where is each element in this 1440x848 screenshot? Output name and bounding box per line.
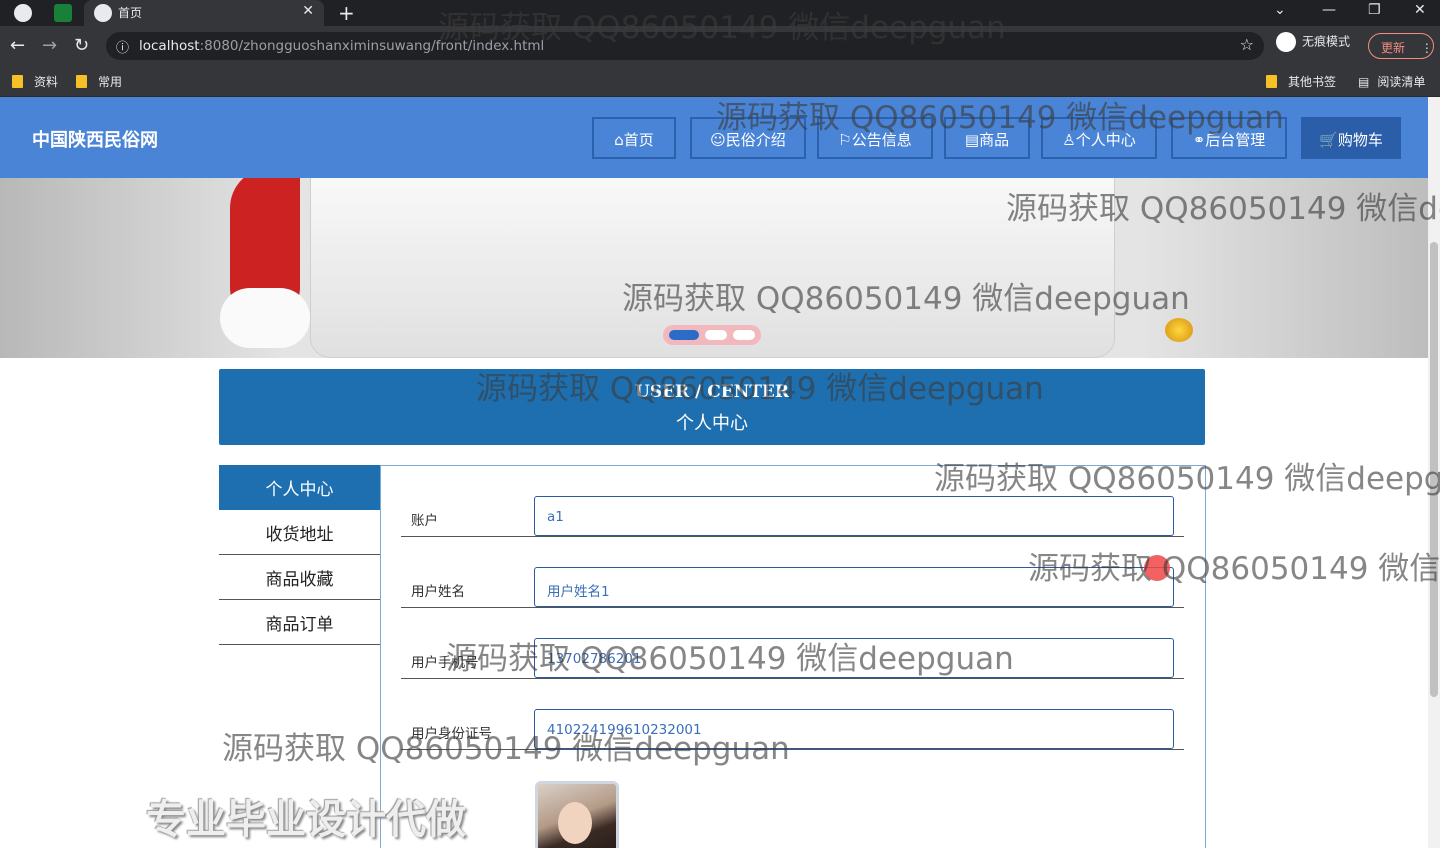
site-logo[interactable]: 中国陕西民俗网 (32, 126, 158, 152)
carousel-dots (663, 325, 761, 345)
sheets-icon[interactable] (54, 4, 72, 22)
browser-tab[interactable]: 首页 ✕ (84, 0, 324, 26)
hat-fur-image (220, 288, 310, 348)
incognito-icon (1276, 32, 1296, 52)
sidebar-item-orders[interactable]: 商品订单 (219, 600, 380, 645)
sidebar-item-address[interactable]: 收货地址 (219, 510, 380, 555)
folder-icon (1266, 75, 1277, 88)
profile-form: 账户 a1 用户姓名 用户姓名1 用户手机号 13702786201 用户身份证… (380, 465, 1206, 848)
close-icon[interactable]: ✕ (302, 3, 314, 19)
field-label: 用户身份证号 (411, 726, 492, 742)
bookmark-label: 阅读清单 (1377, 75, 1426, 89)
account-input[interactable]: a1 (534, 496, 1174, 536)
globe-icon (94, 4, 112, 22)
user-center-banner: USER / CENTER 个人中心 (219, 369, 1205, 445)
tab-title: 首页 (118, 6, 143, 20)
other-bookmarks[interactable]: 其他书签 (1266, 73, 1336, 90)
avatar-face (558, 802, 592, 844)
new-tab-icon[interactable]: + (338, 1, 355, 25)
field-label: 用户姓名 (411, 584, 465, 600)
menu-icon: ⋮ (1420, 41, 1433, 55)
folder-icon (12, 75, 23, 88)
folder-icon (76, 75, 87, 88)
avatar[interactable] (535, 781, 619, 848)
bookmark-folder[interactable]: 资料 (12, 73, 58, 90)
banner-carousel[interactable] (0, 178, 1428, 358)
bookmark-label: 其他书签 (1288, 75, 1337, 89)
carousel-dot[interactable] (669, 330, 699, 340)
star-icon[interactable]: ☆ (1240, 35, 1254, 54)
site-header: 中国陕西民俗网 ⌂首页 ☺民俗介绍 ⚐公告信息 ▤商品 ♙个人中心 ⚭后台管理 … (0, 97, 1428, 178)
url-text[interactable]: localhost:8080/zhongguoshanximinsuwang/f… (139, 38, 544, 54)
field-label: 用户手机号 (411, 655, 479, 671)
nav-cart[interactable]: 🛒购物车 (1301, 117, 1401, 159)
nav-products[interactable]: ▤商品 (944, 117, 1030, 159)
reading-list[interactable]: ▤ 阅读清单 (1358, 73, 1425, 90)
ornament-image (1165, 318, 1193, 342)
globe-icon[interactable] (14, 4, 32, 22)
user-center-title-cn: 个人中心 (676, 413, 748, 434)
close-window-icon[interactable]: ✕ (1414, 2, 1426, 18)
sidebar-item-user-center[interactable]: 个人中心 (219, 465, 380, 510)
nav-folk-intro[interactable]: ☺民俗介绍 (690, 117, 806, 159)
bookmark-folder[interactable]: 常用 (76, 73, 122, 90)
reload-icon[interactable]: ↻ (74, 35, 89, 56)
url-path: :8080/zhongguoshanximinsuwang/front/inde… (199, 38, 545, 54)
update-label: 更新 (1381, 41, 1406, 55)
info-icon[interactable]: ⓘ (116, 37, 129, 56)
chevron-down-icon[interactable]: ⌄ (1274, 2, 1286, 18)
id-card-input[interactable]: 410224199610232001 (534, 709, 1174, 749)
minimize-icon[interactable]: — (1322, 2, 1336, 18)
url-host: localhost (139, 38, 200, 54)
field-label: 账户 (411, 513, 438, 529)
user-sidebar: 个人中心 收货地址 商品收藏 商品订单 (219, 465, 380, 645)
nav-announcements[interactable]: ⚐公告信息 (817, 117, 933, 159)
browser-titlebar: 首页 ✕ + ⌄ — ❐ ✕ (0, 0, 1440, 26)
name-input[interactable]: 用户姓名1 (534, 567, 1174, 607)
omnibox[interactable]: ⓘ localhost:8080/zhongguoshanximinsuwang… (106, 32, 1264, 60)
phone-input[interactable]: 13702786201 (534, 638, 1174, 678)
nav-home[interactable]: ⌂首页 (592, 117, 676, 159)
form-row-phone: 用户手机号 13702786201 (401, 608, 1184, 679)
forward-icon[interactable]: → (42, 35, 57, 56)
carousel-dot[interactable] (705, 330, 727, 340)
nav-admin[interactable]: ⚭后台管理 (1171, 117, 1287, 159)
form-row-account: 账户 a1 (401, 466, 1184, 537)
web-page: 中国陕西民俗网 ⌂首页 ☺民俗介绍 ⚐公告信息 ▤商品 ♙个人中心 ⚭后台管理 … (0, 97, 1428, 848)
nav-user-center[interactable]: ♙个人中心 (1041, 117, 1157, 159)
bookmarks-bar: 资料 常用 其他书签 ▤ 阅读清单 (0, 66, 1440, 97)
form-row-name: 用户姓名 用户姓名1 (401, 537, 1184, 608)
incognito-label: 无痕模式 (1302, 34, 1351, 49)
carousel-dot[interactable] (733, 330, 755, 340)
reading-list-icon: ▤ (1358, 75, 1370, 89)
sidebar-item-favorites[interactable]: 商品收藏 (219, 555, 380, 600)
form-row-id-card: 用户身份证号 410224199610232001 (401, 679, 1184, 750)
incognito-indicator[interactable]: 无痕模式 (1276, 32, 1350, 52)
back-icon[interactable]: ← (10, 35, 25, 56)
bookmark-label: 常用 (98, 75, 123, 89)
user-center-title-en: USER / CENTER (635, 382, 789, 402)
ad-watermark: 专业毕业设计代做 (146, 797, 466, 843)
update-button[interactable]: 更新 ⋮ (1368, 33, 1434, 59)
scrollbar-thumb[interactable] (1430, 242, 1438, 697)
bookmark-label: 资料 (34, 75, 59, 89)
mouse-cursor (1144, 555, 1170, 581)
page-scrollbar[interactable] (1428, 97, 1440, 848)
restore-icon[interactable]: ❐ (1368, 2, 1381, 18)
address-bar-row: ← → ↻ ⓘ localhost:8080/zhongguoshanximin… (0, 26, 1440, 66)
